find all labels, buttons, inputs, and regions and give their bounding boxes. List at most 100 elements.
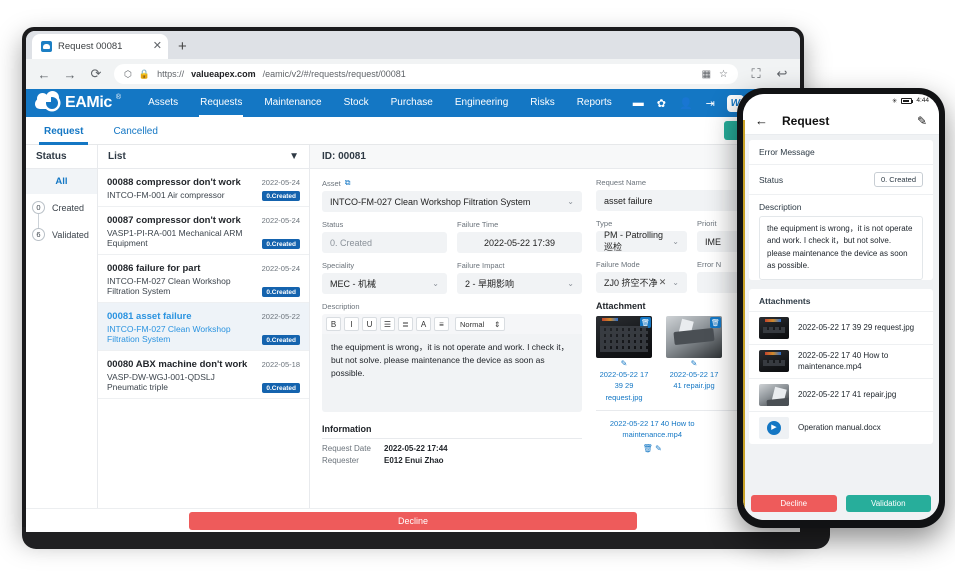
failure-impact-select[interactable]: 2 - 旱期影响 ⌄ [457,273,582,294]
list-item[interactable]: 00086 failure for part 2022-05-24 INTCO-… [98,255,309,303]
reload-icon[interactable]: ⟳ [88,66,104,82]
phone-screen: ✳ 4:44 ← Request ✎ Error Message Status … [743,94,939,520]
failure-time-input[interactable]: 2022-05-22 17:39 [457,232,582,253]
back-icon[interactable]: ← [755,113,768,128]
tab-cancelled[interactable]: Cancelled [113,117,157,145]
registered-mark: ® [115,94,122,101]
list-item[interactable]: 00088 compressor don't work 2022-05-24 I… [98,169,309,207]
attachment-thumbnail[interactable]: 🗑 [666,316,722,358]
attachment-file[interactable]: 2022-05-22 17 40 How to maintenance.mp4 … [596,418,708,456]
status-label-created: Created [52,202,85,213]
list-item[interactable]: 00087 compressor don't work 2022-05-24 V… [98,207,309,255]
list-item-date: 2022-05-24 [261,216,300,225]
external-link-icon[interactable]: ⧉ [345,178,351,188]
status-filter-created[interactable]: 0 Created [26,194,97,236]
align-button[interactable]: ≡ [434,317,449,331]
eamic-logo[interactable]: EAMic ® [35,91,122,112]
status-filter-validated[interactable]: 6 Validated [26,221,97,248]
play-icon: ▶ [767,420,781,435]
bullet-list-button[interactable]: ☰ [380,317,395,331]
extensions-icon[interactable]: ⛶ [748,66,764,82]
italic-button[interactable]: I [344,317,359,331]
filter-icon[interactable]: ▼ [289,151,299,162]
star-icon[interactable]: ☆ [719,69,728,80]
back-icon[interactable]: ← [36,67,52,82]
phone-error-message-row[interactable]: Error Message [749,140,933,165]
user-icon[interactable]: 👤 [679,97,693,110]
tab-request[interactable]: Request [38,117,89,145]
nav-maintenance[interactable]: Maintenance [253,89,332,117]
chat-icon[interactable]: ▬ [633,97,644,109]
edit-icon[interactable]: ✎ [917,114,927,128]
logout-icon[interactable]: ⇥ [706,97,715,110]
failure-time-field-group: Failure Time 2022-05-22 17:39 [457,220,582,253]
phone-error-message-label: Error Message [759,147,815,157]
new-tab-icon[interactable]: + [178,38,187,59]
detail-id-header: ID: 00081 [310,145,800,169]
nav-engineering[interactable]: Engineering [444,89,519,117]
list-item-title: 00088 compressor don't work [107,177,241,188]
clear-icon[interactable]: ✕ [659,277,673,288]
numbered-list-button[interactable]: ≣ [398,317,413,331]
text-style-select[interactable]: Normal ⇕ [455,317,506,331]
attachment-thumbnail[interactable]: 🗑 [596,316,652,358]
type-select[interactable]: PM - Patrolling 巡检 ⌄ [596,230,687,252]
description-editor[interactable]: the equipment is wrong，it is not operate… [322,334,582,412]
status-value-field: 0. Created [322,232,447,253]
list-item[interactable]: 00080 ABX machine don't work 2022-05-18 … [98,351,309,399]
decline-button[interactable]: Decline [189,511,637,530]
attachment-card[interactable]: 🗑 ✎ 2022-05-22 17 41 repair.jpg [666,316,722,403]
phone-attachment-row[interactable]: 2022-05-22 17 41 repair.jpg [749,377,933,411]
status-column-header: Status [26,145,97,169]
request-date-row: Request Date 2022-05-22 17:44 [322,444,582,453]
failure-mode-select[interactable]: ZJ0 挤空不净 ✕ ⌄ [596,272,687,293]
font-color-button[interactable]: A [416,317,431,331]
status-filter-all[interactable]: All [26,169,97,194]
phone-decline-button[interactable]: Decline [751,495,837,512]
nav-purchase[interactable]: Purchase [380,89,444,117]
edit-icon[interactable]: ✎ [655,444,662,453]
edit-icon[interactable]: ✎ [596,359,652,368]
list-column-header: List ▼ [98,145,309,169]
delete-icon[interactable]: 🗑 [643,444,653,453]
close-icon[interactable]: ✕ [153,41,162,52]
browser-tab[interactable]: Request 00081 ✕ [32,34,168,59]
delete-icon[interactable]: 🗑 [710,317,721,328]
phone-attachment-row[interactable]: 2022-05-22 17 39 29 request.jpg [749,310,933,344]
request-date-label: Request Date [322,444,371,453]
bold-button[interactable]: B [326,317,341,331]
phone-attachment-row[interactable]: 2022-05-22 17 40 How to maintenance.mp4 [749,343,933,378]
speciality-value: MEC - 机械 [330,279,376,289]
forward-icon[interactable]: → [62,67,78,82]
nav-requests[interactable]: Requests [189,89,253,117]
nav-stock[interactable]: Stock [333,89,380,117]
attachment-name: Operation manual.docx [798,422,881,432]
nav-risks[interactable]: Risks [519,89,565,117]
phone-validation-button[interactable]: Validation [845,495,931,512]
tab-title: Request 00081 [58,41,123,52]
speciality-select[interactable]: MEC - 机械 ⌄ [322,273,447,294]
edit-icon[interactable]: ✎ [666,359,722,368]
phone-frame: ✳ 4:44 ← Request ✎ Error Message Status … [737,88,945,528]
asset-select[interactable]: INTCO-FM-027 Clean Workshop Filtration S… [322,191,582,212]
clock-text: 4:44 [916,97,929,104]
list-item-date: 2022-05-22 [261,312,300,321]
phone-attachment-row[interactable]: ▶ Operation manual.docx [749,410,933,444]
list-item-selected[interactable]: 00081 asset failure 2022-05-22 INTCO-FM-… [98,303,309,351]
nav-assets[interactable]: Assets [137,89,189,117]
attachment-card[interactable]: 🗑 ✎ 2022-05-22 17 39 29 request.jpg [596,316,652,403]
history-icon[interactable]: ↩ [774,66,790,82]
battery-icon [901,97,914,104]
underline-button[interactable]: U [362,317,377,331]
status-column: Status All 0 Created 6 Validated [26,145,98,532]
nav-reports[interactable]: Reports [566,89,623,117]
delete-icon[interactable]: 🗑 [640,317,651,328]
phone-status-row[interactable]: Status 0. Created [749,165,933,195]
attachment-name: 2022-05-22 17 39 29 request.jpg [798,322,915,332]
gear-icon[interactable]: ✿ [657,97,666,110]
divider [322,438,582,439]
attachment-file-actions: 🗑 ✎ [596,443,708,455]
qr-code-icon[interactable]: ▦ [702,69,711,80]
phone-description-text: the equipment is wrong，it is not operate… [759,216,923,280]
address-bar[interactable]: ⬡ 🔒 https:// valueapex.com/eamic/v2/#/req… [114,64,738,84]
